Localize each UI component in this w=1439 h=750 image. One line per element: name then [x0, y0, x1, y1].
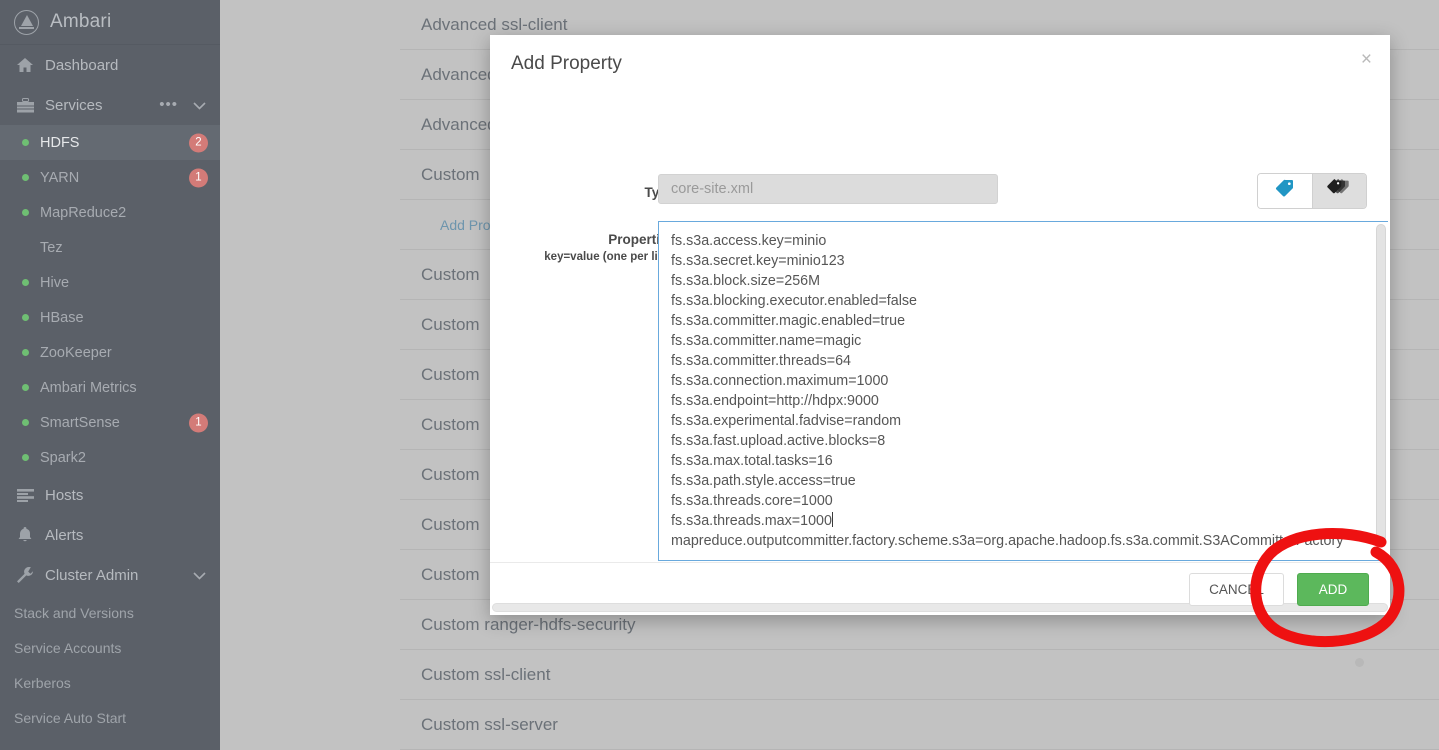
properties-textarea[interactable]: fs.s3a.access.key=minio fs.s3a.secret.ke…: [658, 221, 1388, 561]
sidebar-item-hive[interactable]: Hive: [0, 265, 220, 300]
sidebar-item-service-accounts[interactable]: Service Accounts: [0, 630, 220, 665]
sidebar-item-label: Services: [45, 97, 103, 114]
properties-label-group: Properties key=value (one per line): [510, 232, 675, 263]
textarea-scrollbar[interactable]: [1376, 224, 1386, 554]
service-label: MapReduce2: [40, 205, 126, 221]
status-dot-icon: [22, 174, 29, 181]
ambari-logo-icon: [14, 10, 39, 35]
hosts-icon: [14, 489, 36, 502]
sidebar-item-zookeeper[interactable]: ZooKeeper: [0, 335, 220, 370]
text-cursor: [832, 512, 833, 527]
single-tag-icon: [1275, 179, 1294, 203]
status-dot-icon: [22, 314, 29, 321]
status-dot-icon: [22, 139, 29, 146]
admin-label: Kerberos: [14, 675, 71, 691]
sidebar-item-ambari-metrics[interactable]: Ambari Metrics: [0, 370, 220, 405]
entry-mode-toggle-group: [1257, 173, 1367, 209]
config-section-row[interactable]: Custom ssl-server: [400, 700, 1439, 750]
bulk-property-mode-button[interactable]: [1312, 174, 1367, 208]
service-label: Ambari Metrics: [40, 380, 137, 396]
properties-overflow-line: mapreduce.outputcommitter.factory.scheme…: [671, 533, 1343, 549]
sidebar-item-smartsense[interactable]: SmartSense 1: [0, 405, 220, 440]
sidebar-item-yarn[interactable]: YARN 1: [0, 160, 220, 195]
status-dot-icon: [22, 384, 29, 391]
service-label: HDFS: [40, 135, 79, 151]
sidebar-item-spark2[interactable]: Spark2: [0, 440, 220, 475]
type-label: Type: [550, 185, 675, 200]
status-dot-icon: [22, 279, 29, 286]
bell-icon: [14, 527, 36, 543]
sidebar-item-label: Hosts: [45, 487, 83, 504]
sidebar-item-kerberos[interactable]: Kerberos: [0, 665, 220, 700]
chevron-down-icon[interactable]: [193, 567, 206, 584]
type-input[interactable]: [658, 174, 998, 204]
status-badge: 1: [189, 413, 208, 432]
sidebar-item-alerts[interactable]: Alerts: [0, 515, 220, 555]
sidebar-item-label: Cluster Admin: [45, 567, 138, 584]
cancel-button[interactable]: CANCEL: [1189, 573, 1284, 606]
admin-label: Service Auto Start: [14, 710, 126, 726]
multiple-tags-icon: [1327, 179, 1352, 203]
briefcase-icon: [14, 98, 36, 113]
properties-value: fs.s3a.access.key=minio fs.s3a.secret.ke…: [671, 233, 917, 529]
close-icon[interactable]: ×: [1361, 50, 1372, 69]
sidebar-item-hdfs[interactable]: HDFS 2: [0, 125, 220, 160]
admin-label: Stack and Versions: [14, 605, 134, 621]
sidebar-item-stack-and-versions[interactable]: Stack and Versions: [0, 595, 220, 630]
status-badge: 1: [189, 168, 208, 187]
properties-label: Properties: [510, 232, 675, 247]
sidebar-item-tez[interactable]: Tez: [0, 230, 220, 265]
status-badge: 2: [189, 133, 208, 152]
service-label: ZooKeeper: [40, 345, 112, 361]
status-dot-icon: [22, 349, 29, 356]
service-label: Hive: [40, 275, 69, 291]
decorative-dot-icon: [1355, 658, 1364, 667]
textarea-scrollbar-thumb[interactable]: [1376, 224, 1386, 544]
sidebar-item-hbase[interactable]: HBase: [0, 300, 220, 335]
brand[interactable]: Ambari: [0, 0, 220, 45]
status-dot-icon: [22, 419, 29, 426]
properties-hint: key=value (one per line): [510, 251, 675, 263]
brand-label: Ambari: [50, 11, 111, 33]
sidebar-item-cluster-admin[interactable]: Cluster Admin: [0, 555, 220, 595]
admin-label: Service Accounts: [14, 640, 121, 656]
service-label: Tez: [40, 240, 63, 256]
status-dot-icon: [22, 244, 29, 251]
home-icon: [14, 57, 36, 73]
sidebar-item-label: Dashboard: [45, 57, 118, 74]
add-button[interactable]: ADD: [1297, 573, 1369, 606]
chevron-down-icon[interactable]: [193, 97, 206, 114]
sidebar-item-mapreduce2[interactable]: MapReduce2: [0, 195, 220, 230]
service-label: YARN: [40, 170, 79, 186]
sidebar: Ambari Dashboard Services ••• HDFS 2 Y: [0, 0, 220, 750]
status-dot-icon: [22, 209, 29, 216]
modal-footer: CANCEL ADD: [490, 562, 1390, 615]
sidebar-item-service-auto-start[interactable]: Service Auto Start: [0, 700, 220, 735]
add-property-modal: Add Property × Type: [490, 35, 1390, 615]
sidebar-item-dashboard[interactable]: Dashboard: [0, 45, 220, 85]
sidebar-item-services[interactable]: Services •••: [0, 85, 220, 125]
sidebar-item-label: Alerts: [45, 527, 83, 544]
modal-header: Add Property ×: [490, 35, 1390, 92]
service-label: HBase: [40, 310, 84, 326]
sidebar-item-hosts[interactable]: Hosts: [0, 475, 220, 515]
status-dot-icon: [22, 454, 29, 461]
modal-body: Type: [490, 92, 1390, 562]
single-property-mode-button[interactable]: [1258, 174, 1312, 208]
service-label: SmartSense: [40, 415, 120, 431]
service-label: Spark2: [40, 450, 86, 466]
wrench-icon: [14, 567, 36, 583]
config-section-row[interactable]: Custom ssl-client: [400, 650, 1439, 700]
app-root: Ambari Dashboard Services ••• HDFS 2 Y: [0, 0, 1439, 750]
modal-title: Add Property: [511, 53, 622, 75]
